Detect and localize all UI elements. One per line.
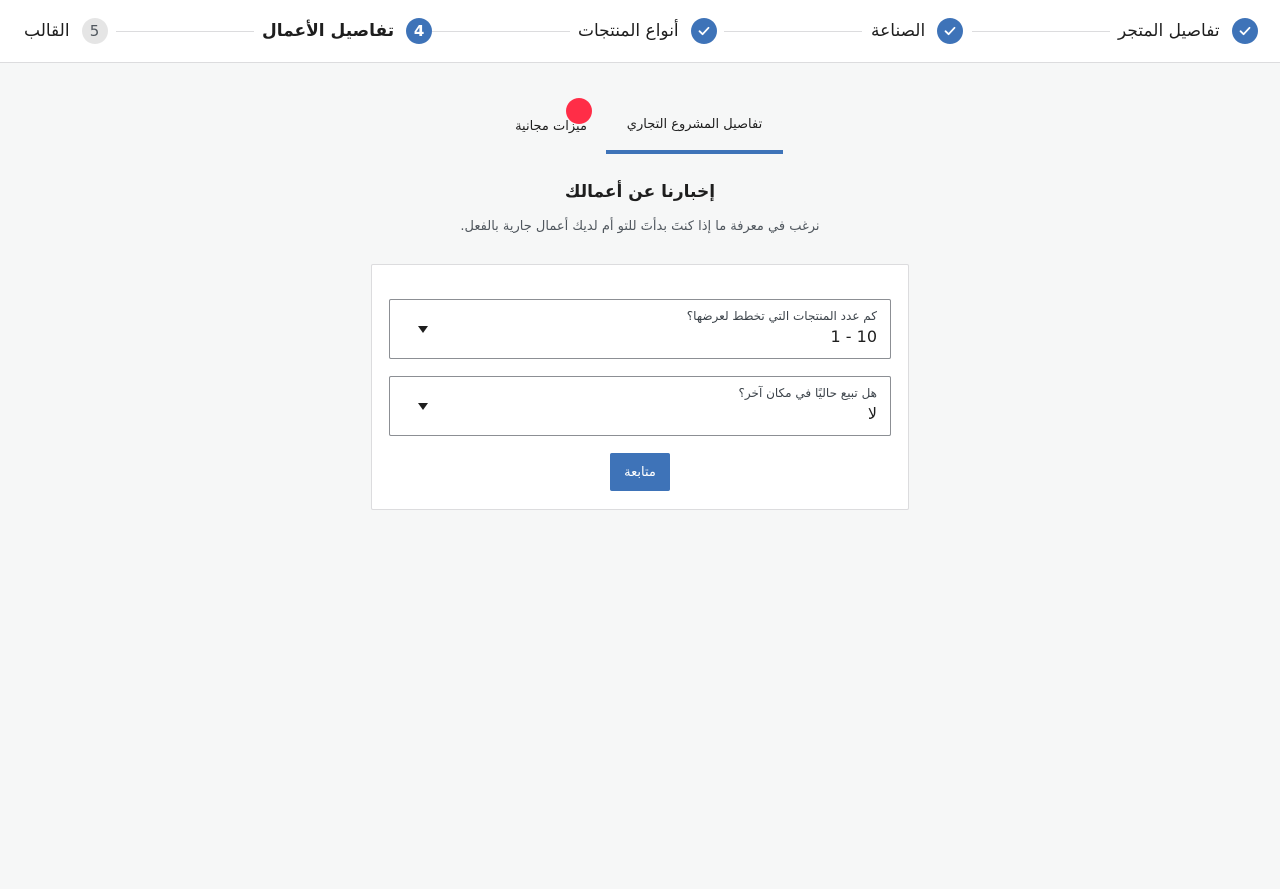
continue-button[interactable]: متابعة <box>610 453 670 491</box>
step-theme[interactable]: القالب 5 <box>24 18 108 44</box>
step-label: تفاصيل المتجر <box>1118 21 1220 41</box>
selling-elsewhere-select[interactable]: هل تبيع حاليًا في مكان آخر؟ لا <box>389 376 891 436</box>
step-label: الصناعة <box>871 21 926 41</box>
notification-badge <box>566 98 592 124</box>
step-business-details[interactable]: تفاصيل الأعمال 4 <box>262 18 433 44</box>
tab-label: تفاصيل المشروع التجاري <box>626 116 763 132</box>
business-details-card: كم عدد المنتجات التي تخطط لعرضها؟ 1 - 10… <box>371 264 909 510</box>
step-industry[interactable]: الصناعة <box>871 18 964 44</box>
dropdown-arrow-icon <box>418 403 428 410</box>
setup-stepper: تفاصيل المتجر الصناعة أنواع المنتجات تفا… <box>0 0 1280 63</box>
page-subtitle: نرغب في معرفة ما إذا كنتَ بدأتَ للتو أم … <box>460 219 820 234</box>
step-label: القالب <box>24 21 70 41</box>
checkmark-icon <box>690 18 717 44</box>
step-product-types[interactable]: أنواع المنتجات <box>578 18 717 44</box>
select-label: هل تبيع حاليًا في مكان آخر؟ <box>738 386 877 400</box>
tab-business-details[interactable]: تفاصيل المشروع التجاري <box>606 98 783 154</box>
step-number: 5 <box>81 18 108 44</box>
checkmark-icon <box>937 18 964 44</box>
select-value: لا <box>867 404 877 423</box>
product-count-select[interactable]: كم عدد المنتجات التي تخطط لعرضها؟ 1 - 10 <box>389 299 891 359</box>
select-label: كم عدد المنتجات التي تخطط لعرضها؟ <box>686 309 877 323</box>
step-connector <box>116 31 254 32</box>
step-store-details[interactable]: تفاصيل المتجر <box>1118 18 1258 44</box>
checkmark-icon <box>1231 18 1258 44</box>
dropdown-arrow-icon <box>418 326 428 333</box>
step-connector <box>972 31 1110 32</box>
page-title: إخبارنا عن أعمالك <box>564 182 716 202</box>
tab-bar: تفاصيل المشروع التجاري ميزات مجانية <box>496 98 784 154</box>
step-label: أنواع المنتجات <box>578 21 679 41</box>
select-value: 1 - 10 <box>830 327 877 346</box>
step-number: 4 <box>406 18 433 44</box>
step-label: تفاصيل الأعمال <box>262 21 395 41</box>
step-connector <box>432 31 570 32</box>
step-connector <box>724 31 862 32</box>
